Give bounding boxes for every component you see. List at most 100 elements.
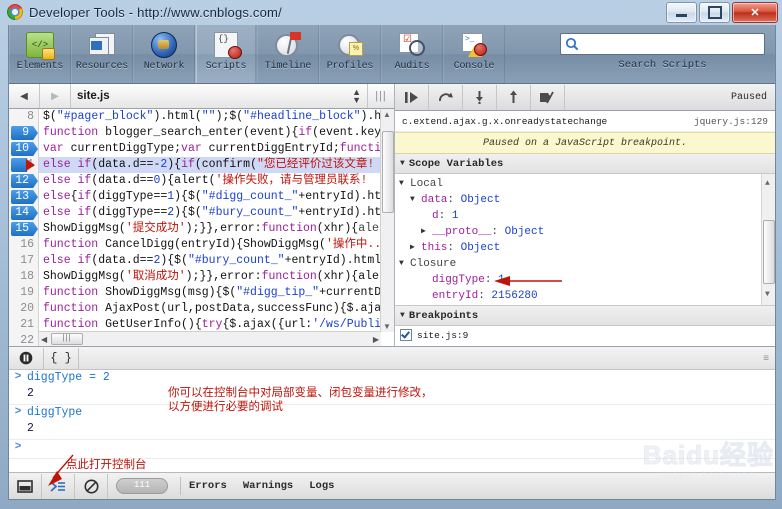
step-over-button[interactable]: [429, 85, 463, 110]
tree-toggle-icon[interactable]: ▼: [399, 256, 410, 272]
scope-row[interactable]: ▶GlobalDOMWindow: [395, 304, 762, 305]
scope-row[interactable]: ▶__proto__: Object: [395, 224, 762, 240]
console-resize-grip[interactable]: ≡: [763, 354, 769, 363]
scope-row[interactable]: d: 1: [395, 208, 762, 224]
line-number-19[interactable]: 19: [9, 285, 38, 301]
toggle-breakpoints-button[interactable]: [531, 85, 565, 110]
nav-forward-button[interactable]: ▶: [40, 84, 71, 108]
close-button[interactable]: ✕: [732, 2, 778, 23]
file-select[interactable]: site.js ▲▼: [71, 84, 368, 108]
code-line[interactable]: $("#pager_block").html("");$("#headline_…: [39, 109, 394, 125]
tab-resources[interactable]: Resources: [71, 25, 133, 83]
search-box[interactable]: [560, 33, 765, 55]
line-number-17[interactable]: 17: [9, 253, 38, 269]
show-console-icon[interactable]: [42, 474, 75, 499]
scroll-down-icon[interactable]: ▼: [383, 322, 391, 331]
tree-toggle-icon[interactable]: ▶: [421, 224, 432, 240]
code-line[interactable]: var currentDiggType;var currentDiggEntry…: [39, 141, 394, 157]
line-number-21[interactable]: 21: [9, 317, 38, 333]
line-number-8[interactable]: 8: [9, 109, 38, 125]
line-number-16[interactable]: 16: [9, 237, 38, 253]
tab-timeline[interactable]: Timeline: [257, 25, 319, 83]
tab-elements[interactable]: Elements: [9, 25, 71, 83]
hscroll-thumb[interactable]: |||: [51, 333, 83, 345]
line-number-18[interactable]: 18: [9, 269, 38, 285]
console-pause-button[interactable]: [9, 348, 44, 369]
code-line[interactable]: ShowDiggMsg('取消成功');}},error:function(xh…: [39, 269, 394, 285]
tab-audits[interactable]: ☑ Audits: [381, 25, 443, 83]
scope-variables-header[interactable]: ▼ Scope Variables: [395, 154, 775, 174]
tab-console[interactable]: >_ Console: [443, 25, 505, 83]
code-horizontal-scrollbar[interactable]: ◀ ||| ▶: [39, 331, 381, 346]
scope-row[interactable]: ▼Local: [395, 176, 762, 192]
tree-toggle-icon[interactable]: ▼: [410, 192, 421, 208]
scope-row[interactable]: ▶this: Object: [395, 240, 762, 256]
code-line[interactable]: ShowDiggMsg('提交成功');}},error:function(xh…: [39, 221, 394, 237]
code-line[interactable]: function CancelDigg(entryId){ShowDiggMsg…: [39, 237, 394, 253]
tree-toggle-icon[interactable]: ▶: [410, 240, 421, 256]
breakpoint-checkbox[interactable]: [400, 329, 412, 341]
code-lines[interactable]: $("#pager_block").html("");$("#headline_…: [39, 109, 394, 346]
search-input[interactable]: [579, 34, 764, 54]
console-entry: >diggType = 22: [9, 370, 775, 405]
line-number-20[interactable]: 20: [9, 301, 38, 317]
tab-network[interactable]: Network: [133, 25, 195, 83]
line-number-12[interactable]: 12: [9, 173, 38, 189]
scope-row[interactable]: ▼Closure: [395, 256, 762, 272]
line-number-9[interactable]: 9: [9, 125, 38, 141]
scope-scroll-down-icon[interactable]: ▼: [765, 287, 770, 303]
clear-console-icon[interactable]: [75, 474, 108, 499]
tree-toggle-icon[interactable]: ▼: [399, 176, 410, 192]
pause-resume-button[interactable]: [395, 85, 429, 110]
line-number-gutter[interactable]: 8910111213141516171819202122232425: [9, 109, 39, 346]
line-number-15[interactable]: 15: [9, 221, 38, 237]
scope-scroll-thumb[interactable]: [763, 220, 775, 284]
step-out-button[interactable]: [497, 85, 531, 110]
console-input-text[interactable]: diggType: [27, 406, 82, 419]
minimize-button[interactable]: [666, 2, 697, 23]
tree-toggle-icon[interactable]: ▶: [399, 304, 410, 305]
filter-warnings[interactable]: Warnings: [243, 480, 293, 492]
code-line[interactable]: function blogger_search_enter(event){if(…: [39, 125, 394, 141]
hscroll-left-icon[interactable]: ◀: [41, 335, 47, 344]
scope-var-value: 2156280: [491, 288, 537, 304]
scope-variables-tree[interactable]: ▼Local▼data: Objectd: 1▶__proto__: Objec…: [395, 174, 775, 305]
code-line[interactable]: else if(data.d==2){$("#bury_count_"+entr…: [39, 253, 394, 269]
code-vertical-scrollbar[interactable]: ▲ ▼: [380, 109, 394, 332]
code-line[interactable]: else{if(diggType==1){$("#digg_count_"+en…: [39, 189, 394, 205]
line-number-14[interactable]: 14: [9, 205, 38, 221]
sidebar-grip-icon[interactable]: |||: [368, 84, 394, 108]
scroll-thumb[interactable]: [382, 131, 394, 213]
console-input-text[interactable]: diggType = 2: [27, 371, 110, 384]
tab-scripts[interactable]: Scripts: [195, 25, 257, 83]
line-number-11[interactable]: 11: [9, 157, 38, 173]
call-frame-row[interactable]: c.extend.ajax.g.x.onreadystatechange jqu…: [395, 111, 775, 132]
dock-to-window-icon[interactable]: [9, 474, 42, 499]
scope-row[interactable]: diggType: 1: [395, 272, 762, 288]
code-line[interactable]: function AjaxPost(url,postData,successFu…: [39, 301, 394, 317]
line-number-10[interactable]: 10: [9, 141, 38, 157]
scope-scroll-up-icon[interactable]: ▲: [765, 176, 770, 192]
code-line[interactable]: else if(data.d==-2){if(confirm("您已经评价过该文…: [39, 157, 394, 173]
scroll-up-icon[interactable]: ▲: [383, 110, 391, 119]
code-viewer[interactable]: 8910111213141516171819202122232425 $("#p…: [9, 109, 394, 346]
filter-logs[interactable]: Logs: [309, 480, 334, 492]
tab-profiles[interactable]: % Profiles: [319, 25, 381, 83]
hscroll-right-icon[interactable]: ▶: [373, 335, 379, 344]
scope-row[interactable]: ▼data: Object: [395, 192, 762, 208]
code-line[interactable]: function ShowDiggMsg(msg){$("#digg_tip_"…: [39, 285, 394, 301]
scope-scrollbar[interactable]: ▲ ▼: [761, 174, 775, 305]
code-line[interactable]: else if(diggType==2){$("#bury_count_"+en…: [39, 205, 394, 221]
nav-back-button[interactable]: ◀: [9, 84, 40, 108]
filter-errors[interactable]: Errors: [189, 480, 227, 492]
console-output[interactable]: >diggType = 22>diggType2>: [9, 370, 775, 472]
line-number-13[interactable]: 13: [9, 189, 38, 205]
line-number-22[interactable]: 22: [9, 333, 38, 346]
console-object-button[interactable]: { }: [44, 348, 79, 369]
breakpoint-item[interactable]: site.js:9: [395, 326, 775, 344]
breakpoints-header[interactable]: ▼ Breakpoints: [395, 306, 775, 326]
scope-row[interactable]: entryId: 2156280: [395, 288, 762, 304]
step-into-button[interactable]: [463, 85, 497, 110]
code-line[interactable]: else if(data.d==0){alert('操作失败，请与管理员联系!: [39, 173, 394, 189]
maximize-button[interactable]: [699, 2, 730, 23]
